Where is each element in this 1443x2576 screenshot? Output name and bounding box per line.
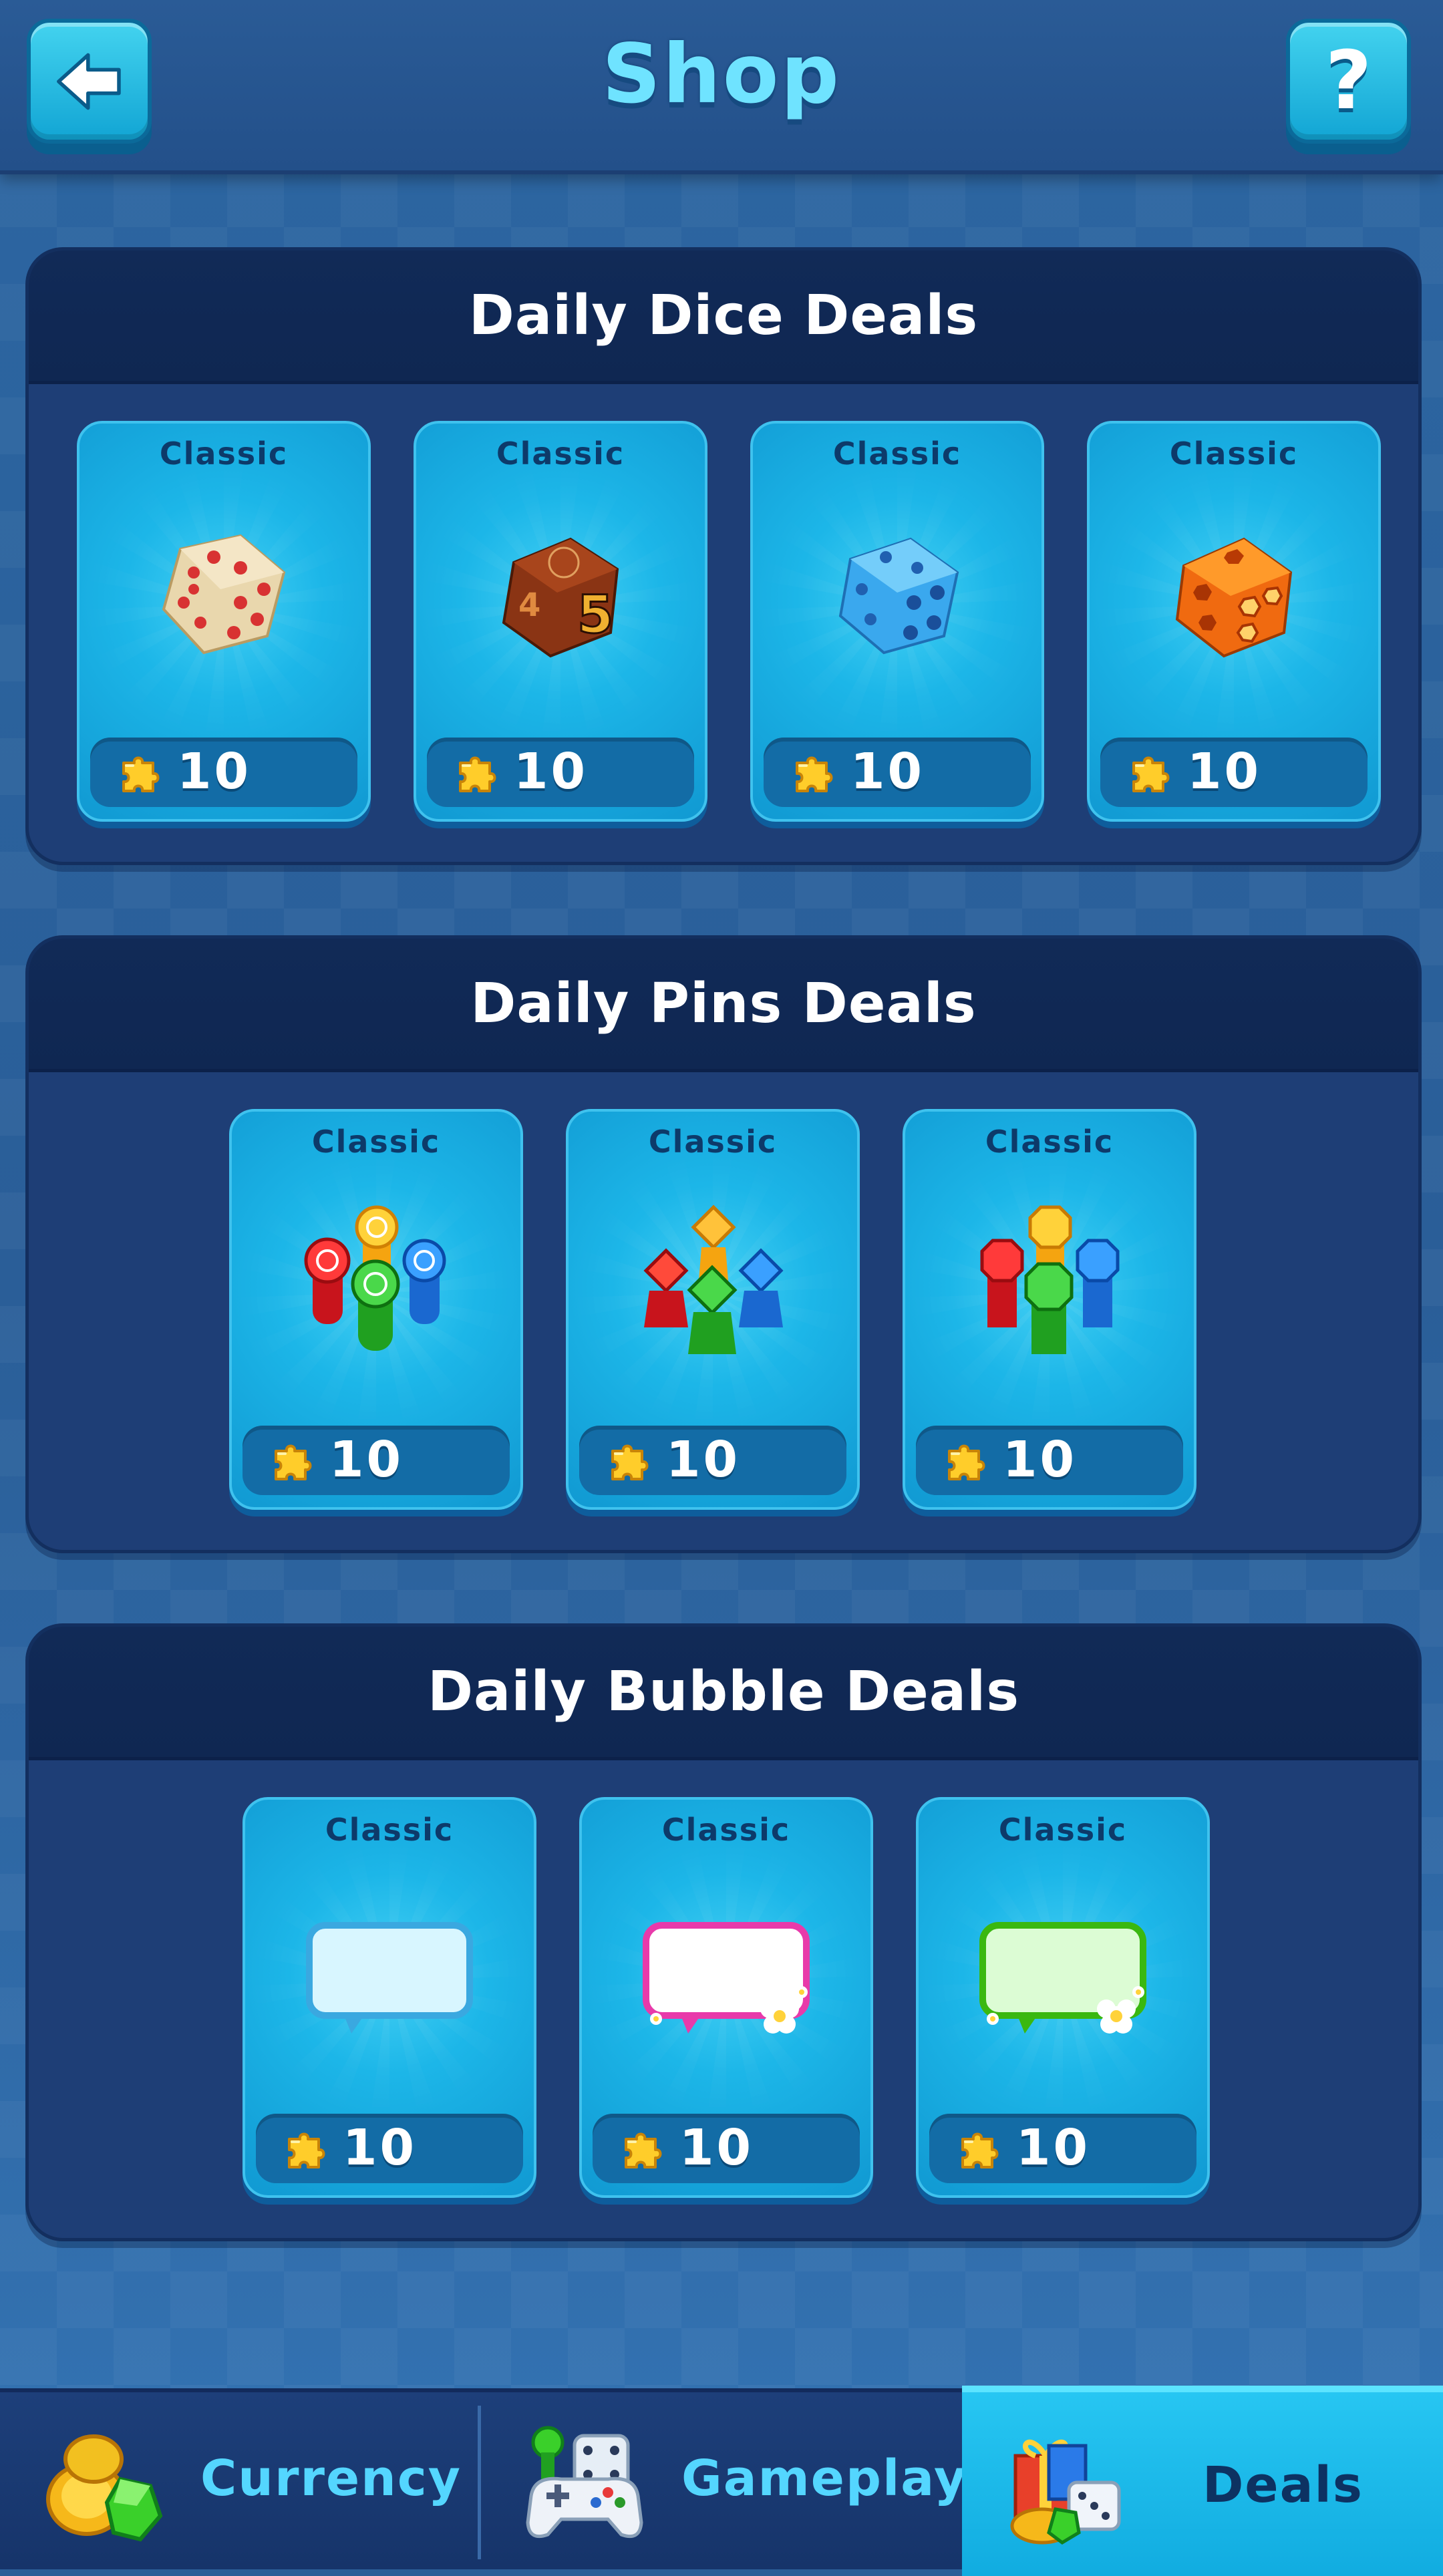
deal-card[interactable]: Classic 10	[77, 421, 371, 822]
tab-deals[interactable]: Deals	[962, 2386, 1443, 2576]
price-bar: 10	[764, 738, 1031, 807]
gamepad-dice-icon	[526, 2426, 643, 2539]
brown-dice-icon: 5 4	[502, 537, 619, 658]
help-button[interactable]: ?	[1286, 19, 1411, 144]
deal-card[interactable]: Classic 10	[903, 1109, 1196, 1510]
card-label: Classic	[1169, 436, 1299, 472]
deal-card[interactable]: Classic 10	[243, 1797, 536, 2198]
deal-card[interactable]: Classic 10	[916, 1797, 1210, 2198]
card-label: Classic	[832, 436, 962, 472]
round-pins-icon	[304, 1205, 446, 1351]
tab-gameplay[interactable]: Gameplay	[481, 2392, 966, 2569]
price-value: 10	[1187, 743, 1261, 800]
coins-gems-icon	[46, 2434, 163, 2542]
price-bar: 10	[90, 738, 357, 807]
puzzle-piece-icon	[117, 750, 164, 796]
price-value: 10	[514, 743, 588, 800]
white-dice-icon	[162, 534, 286, 655]
price-bar: 10	[427, 738, 694, 807]
price-value: 10	[1003, 1431, 1077, 1488]
orange-dice-icon	[1175, 537, 1293, 658]
price-value: 10	[679, 2119, 754, 2177]
price-value: 10	[343, 2119, 417, 2177]
deal-card[interactable]: Classic 10	[566, 1109, 860, 1510]
puzzle-piece-icon	[943, 1438, 989, 1484]
card-label: Classic	[648, 1124, 778, 1160]
section-header: Daily Bubble Deals	[29, 1627, 1418, 1760]
deal-card[interactable]: Classic 10	[229, 1109, 523, 1510]
puzzle-piece-icon	[619, 2126, 666, 2172]
section-header: Daily Dice Deals	[29, 251, 1418, 384]
tab-currency[interactable]: Currency	[0, 2392, 478, 2569]
price-value: 10	[850, 743, 925, 800]
price-bar: 10	[243, 1426, 510, 1495]
gift-deals-icon	[1010, 2439, 1121, 2545]
bottom-tab-bar: Currency Gameplay Deals	[0, 2386, 1443, 2576]
price-bar: 10	[1100, 738, 1368, 807]
deal-card[interactable]: Classic 10	[579, 1797, 873, 2198]
deal-card[interactable]: Classic 10	[1087, 421, 1381, 822]
octagon-pins-icon	[980, 1205, 1120, 1354]
deal-cards-row: Classic 10 Classic 5 4 10 Classic 10 Cla…	[29, 421, 1418, 822]
price-value: 10	[666, 1431, 740, 1488]
green-chat-bubble-icon	[979, 1922, 1146, 2034]
puzzle-piece-icon	[454, 750, 500, 796]
pink-chat-bubble-icon	[643, 1922, 810, 2034]
price-value: 10	[177, 743, 251, 800]
price-value: 10	[329, 1431, 404, 1488]
price-bar: 10	[929, 2114, 1196, 2183]
svg-text:5: 5	[577, 585, 613, 645]
price-value: 10	[1016, 2119, 1090, 2177]
section-title: Daily Dice Deals	[468, 284, 979, 347]
price-bar: 10	[593, 2114, 860, 2183]
daily-dice-deals-section: Daily Dice Deals Classic 10 Classic 5 4 …	[25, 247, 1422, 865]
diamond-pins-icon	[643, 1204, 784, 1354]
card-label: Classic	[661, 1812, 791, 1848]
puzzle-piece-icon	[606, 1438, 653, 1484]
tab-label: Currency	[200, 2450, 462, 2507]
deal-card[interactable]: Classic 5 4 10	[414, 421, 707, 822]
blue-chat-bubble-icon	[306, 1922, 473, 2034]
deal-cards-row: Classic 10 Classic 10 Classic 10	[29, 1797, 1418, 2198]
puzzle-piece-icon	[1127, 750, 1174, 796]
price-bar: 10	[916, 1426, 1183, 1495]
section-header: Daily Pins Deals	[29, 939, 1418, 1072]
deal-cards-row: Classic 10 Classic 10 Classic 10	[29, 1109, 1418, 1510]
card-label: Classic	[311, 1124, 441, 1160]
puzzle-piece-icon	[269, 1438, 316, 1484]
card-label: Classic	[998, 1812, 1128, 1848]
price-bar: 10	[579, 1426, 846, 1495]
card-label: Classic	[159, 436, 289, 472]
tab-label: Gameplay	[681, 2450, 968, 2507]
card-label: Classic	[496, 436, 625, 472]
price-bar: 10	[256, 2114, 523, 2183]
section-title: Daily Pins Deals	[470, 972, 977, 1035]
section-title: Daily Bubble Deals	[427, 1660, 1020, 1724]
puzzle-piece-icon	[790, 750, 837, 796]
svg-text:4: 4	[518, 587, 540, 624]
deal-card[interactable]: Classic 10	[750, 421, 1044, 822]
card-label: Classic	[325, 1812, 454, 1848]
question-mark-icon: ?	[1325, 35, 1372, 128]
puzzle-piece-icon	[283, 2126, 329, 2172]
card-label: Classic	[985, 1124, 1114, 1160]
tab-label: Deals	[1202, 2456, 1364, 2514]
blue-dice-icon	[838, 537, 959, 655]
puzzle-piece-icon	[956, 2126, 1003, 2172]
page-title: Shop	[602, 27, 841, 122]
daily-bubble-deals-section: Daily Bubble Deals Classic 10 Classic 10…	[25, 1623, 1422, 2241]
daily-pins-deals-section: Daily Pins Deals Classic 10 Classic 10 C…	[25, 935, 1422, 1553]
top-bar: Shop ?	[0, 0, 1443, 174]
